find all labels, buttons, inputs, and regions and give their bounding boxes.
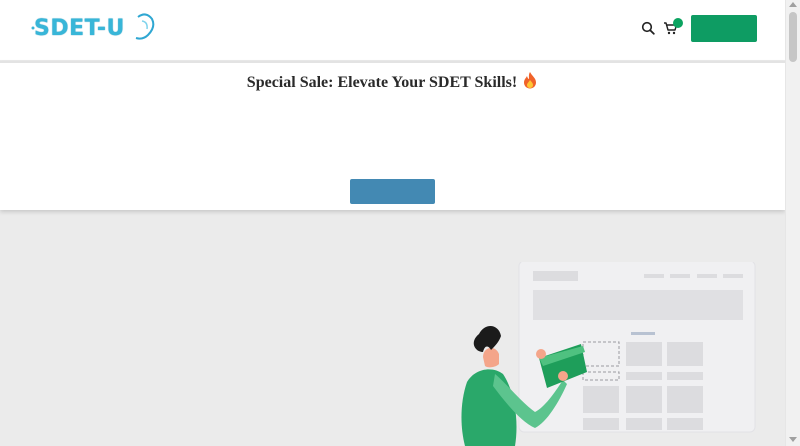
promo-title-row: Special Sale: Elevate Your SDET Skills!: [0, 71, 785, 94]
cart-badge: [673, 18, 683, 28]
search-icon[interactable]: [641, 21, 655, 35]
header-cta-button[interactable]: [691, 15, 757, 42]
scroll-thumb[interactable]: [789, 12, 797, 62]
page-scrollbar[interactable]: [785, 0, 800, 446]
logo[interactable]: SDET-U: [30, 13, 155, 43]
scroll-up-arrow-icon[interactable]: [789, 2, 797, 7]
promo-banner: Special Sale: Elevate Your SDET Skills!: [0, 61, 785, 210]
logo-text: SDET-U: [34, 15, 125, 41]
site-header: SDET-U: [0, 0, 785, 60]
scroll-down-arrow-icon[interactable]: [789, 437, 797, 442]
fire-icon: [522, 71, 538, 94]
hero-illustration: [455, 260, 765, 446]
promo-button[interactable]: [350, 179, 435, 204]
promo-title: Special Sale: Elevate Your SDET Skills!: [246, 74, 518, 91]
